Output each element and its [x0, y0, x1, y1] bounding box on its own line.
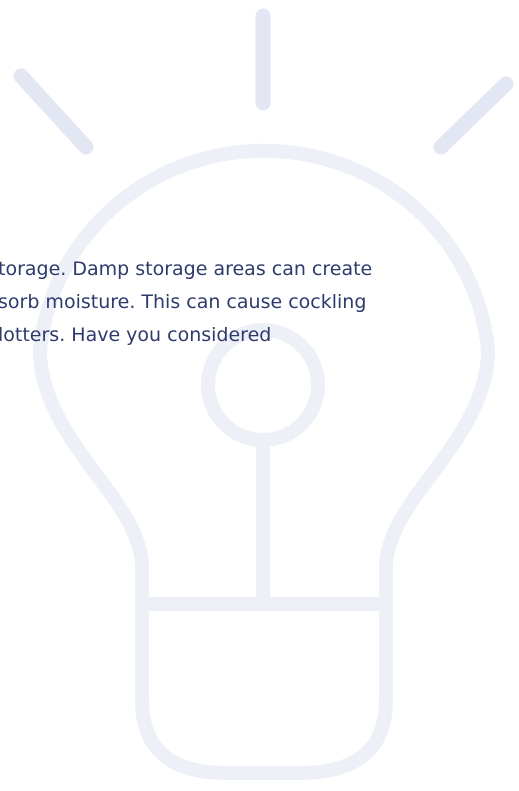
right-ray	[433, 76, 514, 155]
body-line: sorb moisture. This can cause cockling	[0, 291, 367, 313]
lightbulb-icon	[13, 8, 514, 780]
body-line: torage. Damp storage areas can create	[0, 258, 373, 280]
left-ray	[13, 68, 94, 155]
body-line: lotters. Have you considered	[0, 324, 272, 346]
body-paragraph: torage. Damp storage areas can create so…	[0, 253, 519, 352]
lightbulb-illustration	[0, 0, 519, 787]
